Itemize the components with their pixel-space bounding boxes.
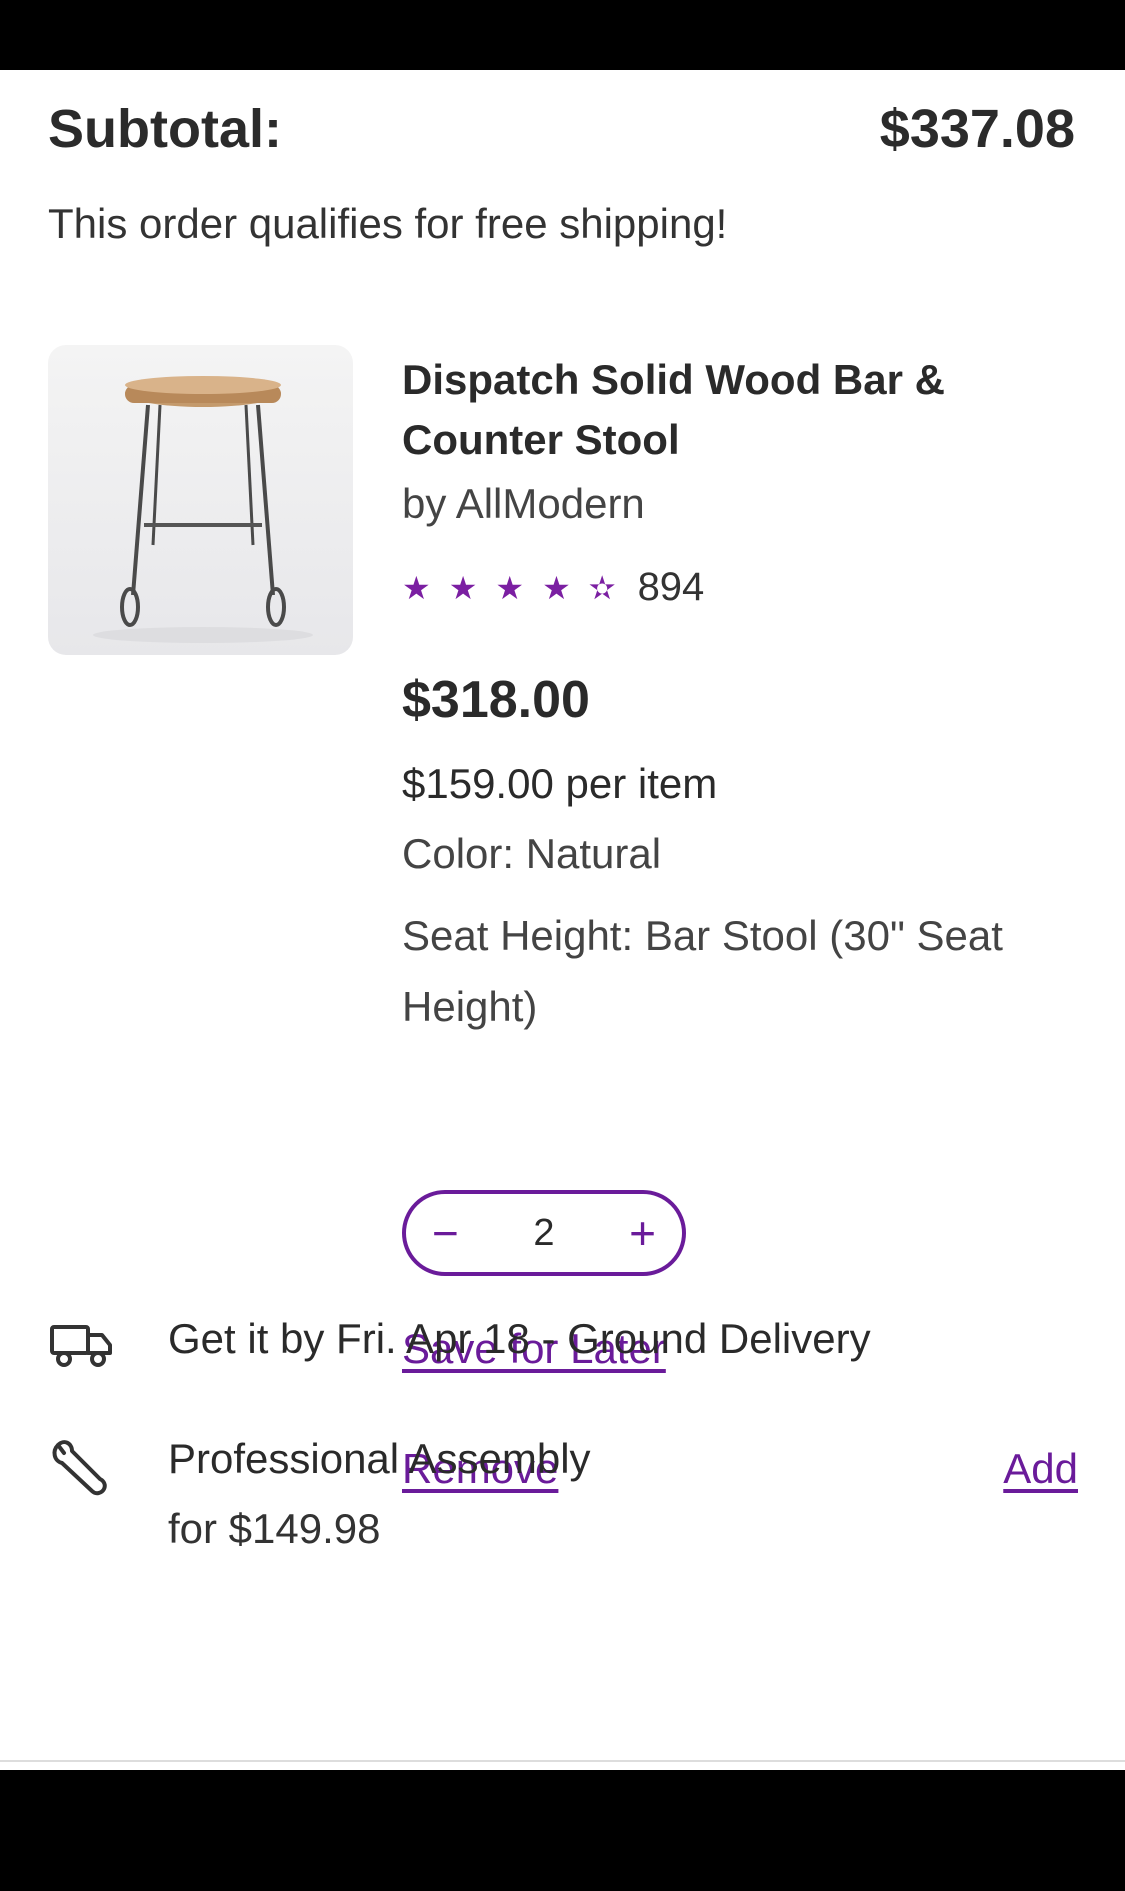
subtotal-value: $337.08 — [879, 99, 1075, 159]
delivery-estimate: Get it by Fri. Apr 18 - Ground Delivery — [168, 1315, 871, 1362]
seat-height-option: Seat Height: Bar Stool (30" Seat Height) — [402, 912, 1003, 1030]
wrench-icon — [48, 1435, 118, 1496]
product-rating[interactable]: ★ ★ ★ ★ ✫ 894 — [402, 565, 704, 610]
product-image[interactable] — [48, 345, 353, 655]
product-info: Dispatch Solid Wood Bar & Counter Stool … — [402, 350, 1062, 1492]
assembly-title: Professional Assembly — [168, 1435, 591, 1482]
assembly-row: Professional Assembly for $149.98 Add — [48, 1435, 1078, 1575]
quantity-value[interactable]: 2 — [533, 1212, 554, 1255]
assembly-price: for $149.98 — [168, 1505, 381, 1552]
delivery-row: Get it by Fri. Apr 18 - Ground Delivery — [48, 1315, 1078, 1395]
free-shipping-message: This order qualifies for free shipping! — [48, 200, 728, 247]
product-title[interactable]: Dispatch Solid Wood Bar & Counter Stool — [402, 350, 1062, 470]
cart-screen: Subtotal: $337.08 This order qualifies f… — [0, 70, 1125, 1770]
per-item-price: $159.00 per item — [402, 760, 718, 807]
subtotal-row: Subtotal: $337.08 — [48, 98, 1075, 168]
star-icon: ★ — [542, 569, 571, 606]
product-brand[interactable]: by AllModern — [402, 480, 645, 528]
product-total-price: $318.00 — [402, 671, 590, 729]
add-assembly-link[interactable]: Add — [1003, 1445, 1078, 1493]
bar-stool-image — [93, 376, 313, 643]
half-star-icon: ✫ — [588, 569, 616, 606]
increment-button[interactable]: + — [629, 1206, 656, 1260]
color-option: Color: Natural — [402, 830, 662, 877]
divider — [0, 1760, 1125, 1762]
review-count: 894 — [637, 565, 705, 609]
star-icon: ★ — [402, 569, 431, 606]
subtotal-label: Subtotal: — [48, 99, 282, 159]
star-icon: ★ — [448, 569, 478, 606]
truck-icon — [48, 1315, 118, 1375]
decrement-button[interactable]: − — [432, 1206, 459, 1260]
star-icon: ★ — [495, 569, 525, 606]
quantity-stepper: − 2 + — [402, 1190, 686, 1276]
